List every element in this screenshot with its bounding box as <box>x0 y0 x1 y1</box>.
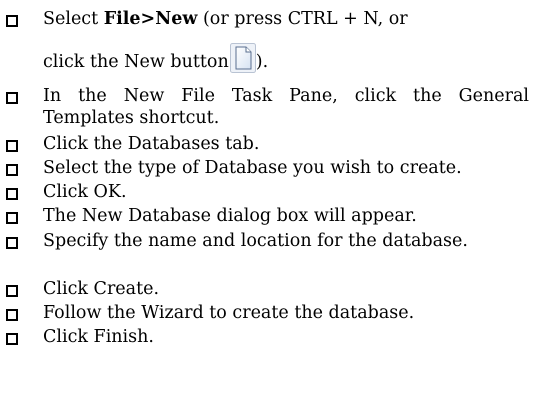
step-text: Follow the Wizard to create the database… <box>43 303 415 323</box>
step-text-part: (or press CTRL + N, or <box>197 9 408 29</box>
menu-path: File>New <box>103 9 198 29</box>
bullet-icon <box>6 140 18 152</box>
step-text: Select File>New (or press CTRL + N, or c… <box>43 8 537 73</box>
bullet-icon <box>6 92 18 104</box>
bullet-icon <box>6 15 18 27</box>
step-text: Click Finish. <box>43 327 154 347</box>
step-text-part: click the New button <box>43 52 229 72</box>
new-document-icon <box>229 43 256 73</box>
step-text-part: ). <box>255 52 269 72</box>
bullet-icon <box>6 333 18 345</box>
step-text-part: Select <box>43 9 104 29</box>
bullet-icon <box>6 212 18 224</box>
step-text: Specify the name and location for the da… <box>43 231 468 251</box>
step-text: Select the type of Database you wish to … <box>43 158 462 178</box>
bullet-icon <box>6 188 18 200</box>
step-text: Click Create. <box>43 279 160 299</box>
step-text: Click OK. <box>43 182 127 202</box>
step-text: Click the Databases tab. <box>43 134 260 154</box>
step-text: In the New File Task Pane, click the Gen… <box>43 86 529 128</box>
bullet-icon <box>6 164 18 176</box>
bullet-icon <box>6 285 18 297</box>
bullet-icon <box>6 309 18 321</box>
step-text: The New Database dialog box will appear. <box>43 206 417 226</box>
bullet-icon <box>6 237 18 249</box>
